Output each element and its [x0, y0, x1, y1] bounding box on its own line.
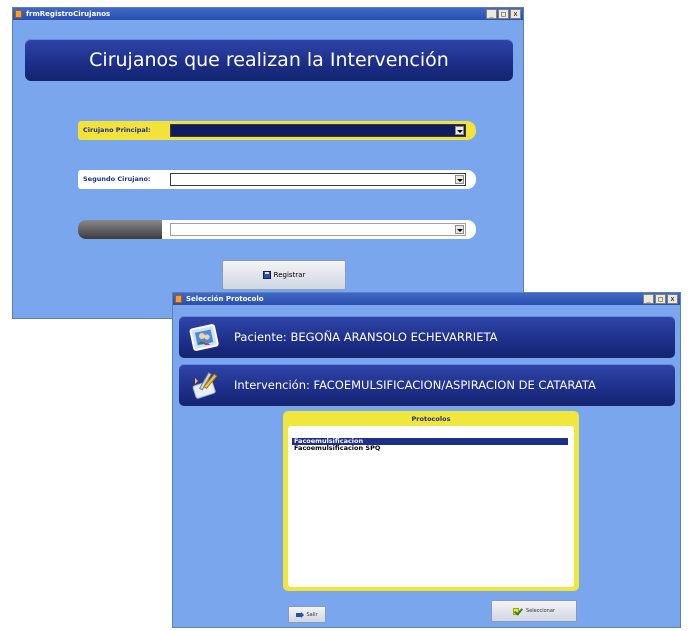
patient-photo-icon [189, 324, 219, 351]
patient-banner: Paciente: BEGOÑA ARANSOLO ECHEVARRIETA [179, 316, 675, 358]
protocols-listbox[interactable]: Facoemulsificacion Facoemulsificacion SP… [288, 426, 574, 587]
protocol-window-title: Selección Protocolo [186, 295, 264, 303]
maximize-button[interactable]: □ [498, 9, 509, 19]
select-button[interactable]: Seleccionar [491, 600, 577, 622]
protocol-list-item[interactable]: Facoemulsificacion SPQ [292, 445, 568, 452]
protocol-window-titlebar[interactable]: Selección Protocolo _ □ x [173, 293, 680, 305]
surgeons-header-title: Cirujanos que realizan la Intervención [89, 49, 449, 71]
exit-button-label: Salir [306, 611, 318, 618]
third-surgeon-combobox[interactable] [170, 223, 466, 236]
main-surgeon-label: Cirujano Principal: [78, 121, 162, 140]
second-surgeon-label: Segundo Cirujano: [78, 170, 162, 189]
minimize-button[interactable]: _ [486, 9, 497, 19]
exit-arrow-icon [296, 611, 305, 618]
surgeons-window: frmRegistroCirujanos _ □ x Cirujanos que… [12, 7, 524, 319]
patient-label: Paciente: BEGOÑA ARANSOLO ECHEVARRIETA [234, 329, 498, 344]
minimize-button[interactable]: _ [643, 294, 654, 304]
maximize-button[interactable]: □ [655, 294, 666, 304]
register-button[interactable]: Registrar [222, 260, 346, 290]
main-surgeon-row: Cirujano Principal: [78, 121, 476, 140]
floppy-disk-icon [262, 271, 271, 279]
third-surgeon-row [78, 220, 476, 239]
surgeons-window-title: frmRegistroCirujanos [26, 10, 111, 18]
close-button[interactable]: x [667, 294, 678, 304]
surgeons-window-titlebar[interactable]: frmRegistroCirujanos _ □ x [13, 8, 523, 20]
main-surgeon-combobox[interactable] [170, 124, 466, 137]
app-icon [175, 295, 182, 303]
chevron-down-icon[interactable] [455, 175, 464, 184]
protocol-selection-window: Selección Protocolo _ □ x Paciente: BEGO… [172, 292, 681, 628]
surgical-tools-icon [192, 372, 218, 399]
protocols-panel: Protocolos Facoemulsificacion Facoemulsi… [283, 411, 579, 591]
chevron-down-icon[interactable] [455, 225, 464, 234]
chevron-down-icon[interactable] [455, 126, 464, 135]
surgeons-header-banner: Cirujanos que realizan la Intervención [25, 39, 513, 81]
select-button-label: Seleccionar [526, 608, 555, 614]
second-surgeon-combobox[interactable] [170, 173, 466, 186]
register-button-label: Registrar [273, 271, 306, 279]
intervention-label: Intervención: FACOEMULSIFICACION/ASPIRAC… [234, 377, 596, 392]
second-surgeon-row: Segundo Cirujano: [78, 170, 476, 189]
close-button[interactable]: x [510, 9, 521, 19]
app-icon [15, 10, 22, 18]
intervention-banner: Intervención: FACOEMULSIFICACION/ASPIRAC… [179, 364, 675, 406]
exit-button[interactable]: Salir [288, 606, 326, 623]
third-surgeon-label [78, 220, 162, 239]
select-check-icon [513, 607, 522, 616]
protocols-title: Protocolos [411, 415, 451, 423]
